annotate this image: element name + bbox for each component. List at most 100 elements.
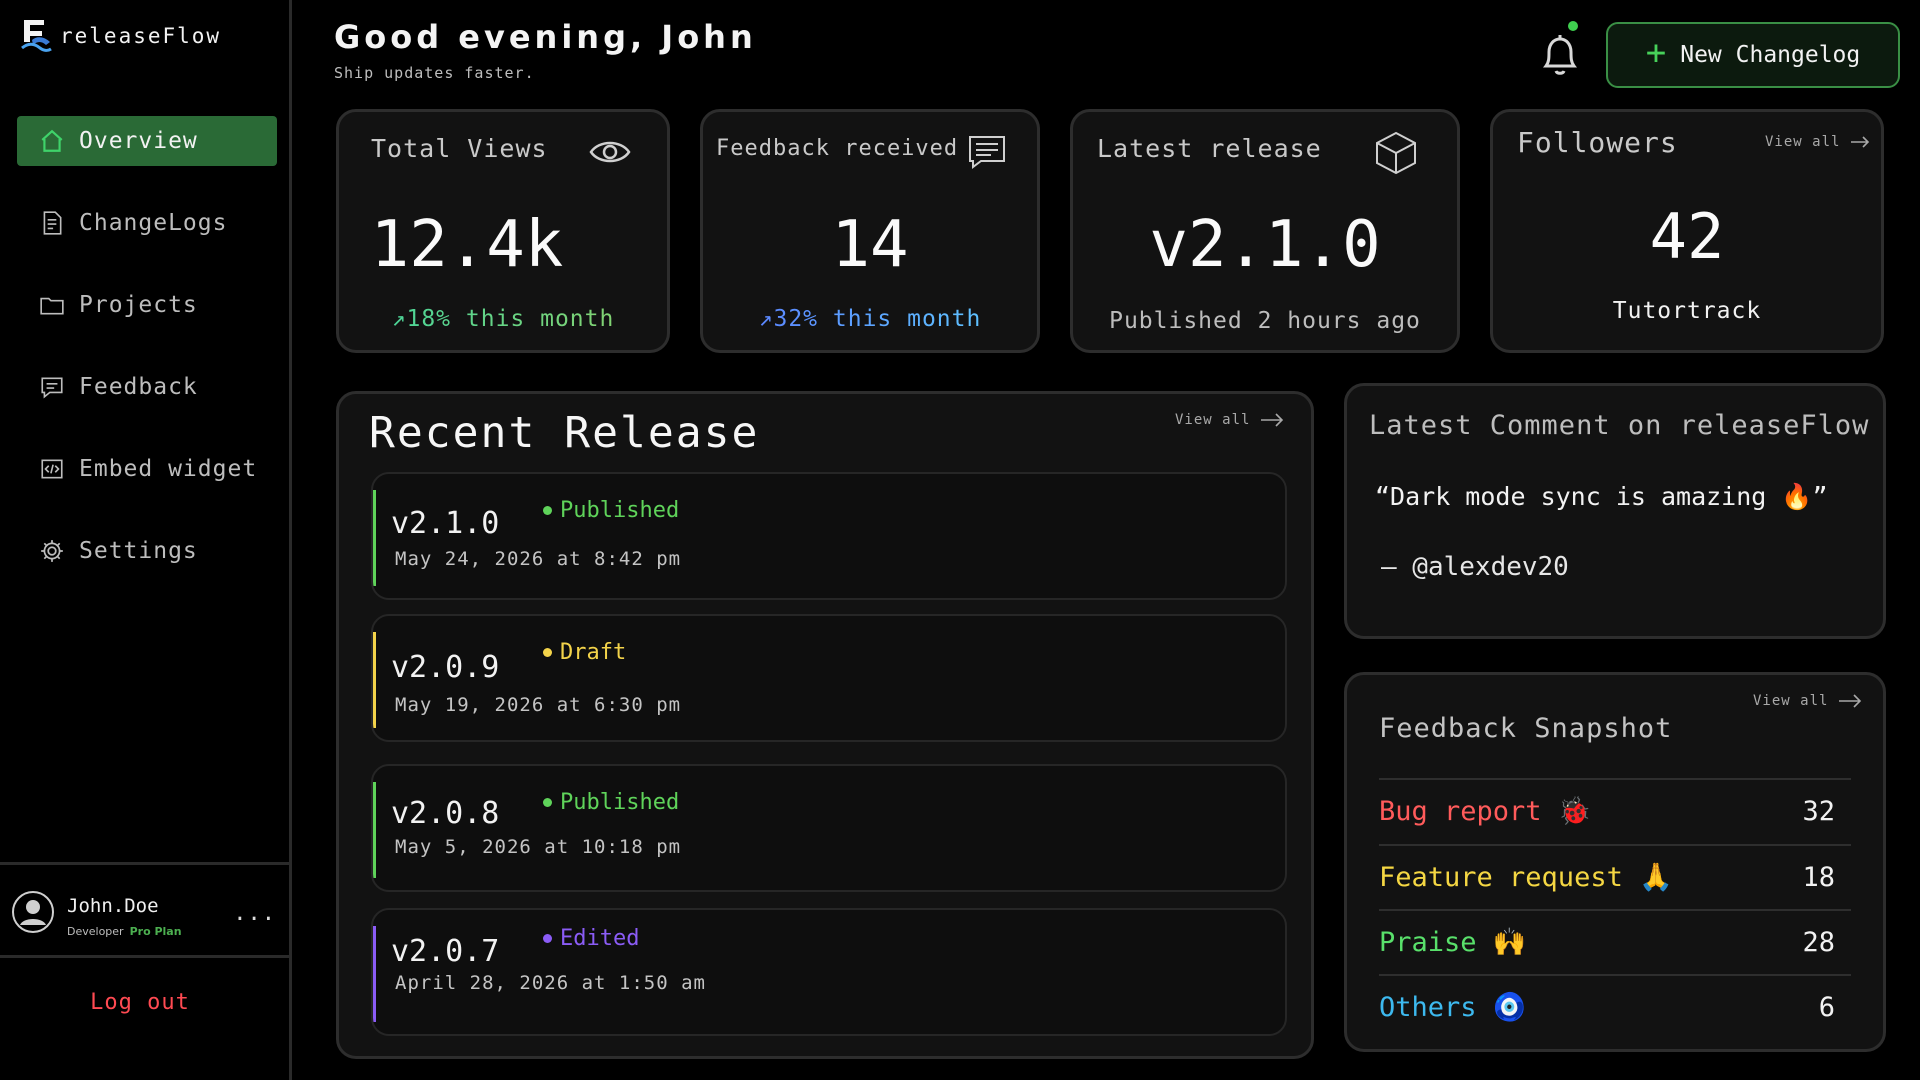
stat-change: ↗18% this month (339, 306, 667, 332)
page-title: Good evening, John (334, 18, 757, 56)
stat-change: ↗32% this month (703, 306, 1037, 332)
comment-author: – @alexdev20 (1381, 552, 1569, 582)
status-bar (373, 632, 376, 728)
arrow-right-icon (1851, 136, 1870, 148)
sidebar-item-feedback[interactable]: Feedback (17, 362, 277, 412)
feedback-row-feature[interactable]: Feature request 🙏 18 (1379, 844, 1851, 908)
user-role-text: Developer (67, 925, 124, 938)
status-text: Published (560, 498, 680, 523)
new-changelog-label: New Changelog (1680, 42, 1861, 68)
view-all-label: View all (1753, 693, 1829, 709)
stat-value: 14 (831, 208, 909, 282)
total-views-card: Total Views 12.4k ↗18% this month (336, 109, 670, 353)
status-dot (543, 648, 552, 657)
status-text: Edited (560, 926, 640, 951)
logout-button[interactable]: Log out (0, 990, 280, 1015)
sidebar-item-label: Feedback (79, 374, 198, 400)
release-version: v2.0.9 (391, 650, 500, 685)
view-all-label: View all (1765, 134, 1841, 150)
sidebar-item-changelogs[interactable]: ChangeLogs (17, 198, 277, 248)
view-all-label: View all (1175, 412, 1251, 428)
recent-view-all-link[interactable]: View all (1175, 412, 1284, 428)
releaseflow-logo-icon (21, 20, 52, 52)
release-version: v2.1.0 (391, 506, 500, 541)
section-title: Feedback Snapshot (1379, 713, 1673, 744)
bell-icon[interactable] (1536, 30, 1584, 80)
status-bar (373, 782, 376, 878)
eye-icon (589, 141, 631, 163)
message-icon (41, 377, 63, 399)
folder-icon (40, 297, 64, 315)
feedback-label: Praise 🙌 (1379, 927, 1527, 958)
document-icon (43, 211, 62, 235)
status-dot (543, 798, 552, 807)
release-version: v2.0.8 (391, 796, 500, 831)
recent-release-panel: Recent Release View all v2.1.0 Published… (336, 391, 1314, 1059)
gear-icon (41, 540, 63, 562)
status-badge: Published (543, 790, 679, 815)
feedback-row-praise[interactable]: Praise 🙌 28 (1379, 909, 1851, 973)
box-icon (1376, 131, 1416, 175)
page-subtitle: Ship updates faster. (334, 64, 535, 82)
arrow-right-icon (1839, 694, 1862, 708)
status-dot (543, 506, 552, 515)
snapshot-view-all-link[interactable]: View all (1753, 693, 1862, 709)
status-dot (543, 934, 552, 943)
sidebar-item-embed-widget[interactable]: Embed widget (17, 444, 277, 494)
stat-label: Followers (1517, 126, 1678, 159)
status-text: Draft (560, 640, 627, 665)
status-badge: Draft (543, 640, 626, 665)
latest-release-card: Latest release v2.1.0 Published 2 hours … (1070, 109, 1460, 353)
comment-text: “Dark mode sync is amazing 🔥” (1375, 482, 1828, 511)
stat-label: Latest release (1097, 134, 1322, 163)
status-bar (373, 926, 376, 1022)
feedback-row-bug[interactable]: Bug report 🐞 32 (1379, 778, 1851, 842)
sidebar-item-projects[interactable]: Projects (17, 280, 277, 330)
sidebar-item-label: Projects (79, 292, 198, 318)
feedback-snapshot-card: Feedback Snapshot View all Bug report 🐞 … (1344, 672, 1886, 1052)
release-item[interactable]: v2.0.8 Published May 5, 2026 at 10:18 pm (371, 764, 1287, 892)
latest-comment-card: Latest Comment on releaseFlow “Dark mode… (1344, 383, 1886, 639)
release-item[interactable]: v2.0.9 Draft May 19, 2026 at 6:30 pm (371, 614, 1287, 742)
section-title: Recent Release (369, 408, 760, 458)
avatar (12, 891, 54, 933)
more-options-button[interactable]: ... (233, 901, 276, 926)
release-item[interactable]: v2.0.7 Edited April 28, 2026 at 1:50 am (371, 908, 1287, 1036)
stat-value: v2.1.0 (1149, 208, 1381, 282)
feedback-count: 28 (1802, 926, 1835, 958)
feedback-received-card: Feedback received 14 ↗32% this month (700, 109, 1040, 353)
stat-sub: Tutortrack (1612, 298, 1762, 324)
sidebar-item-label: Embed widget (79, 456, 258, 482)
user-name: John.Doe (67, 895, 159, 917)
status-badge: Edited (543, 926, 639, 951)
sidebar-item-label: ChangeLogs (79, 210, 228, 236)
user-profile[interactable]: John.Doe Developer Pro Plan ... (0, 862, 292, 958)
feedback-count: 6 (1818, 991, 1835, 1023)
release-date: May 24, 2026 at 8:42 pm (395, 548, 682, 570)
feedback-label: Feature request 🙏 (1379, 862, 1673, 893)
feedback-count: 18 (1802, 861, 1835, 893)
release-version: v2.0.7 (391, 934, 500, 969)
brand[interactable]: releaseFlow (20, 18, 221, 54)
home-icon (41, 129, 63, 152)
sidebar-item-label: Settings (79, 538, 198, 564)
release-item[interactable]: v2.1.0 Published May 24, 2026 at 8:42 pm (371, 472, 1287, 600)
sidebar-item-overview[interactable]: Overview (17, 116, 277, 166)
followers-view-all-link[interactable]: View all (1765, 134, 1870, 150)
plus-icon: + (1645, 33, 1667, 73)
release-date: April 28, 2026 at 1:50 am (395, 972, 706, 994)
stat-sub: Published 2 hours ago (1109, 308, 1421, 334)
stat-value: 12.4k (370, 208, 564, 282)
new-changelog-button[interactable]: + New Changelog (1606, 22, 1900, 88)
feedback-label: Bug report 🐞 (1379, 796, 1592, 827)
status-bar (373, 490, 376, 586)
sidebar-nav: Overview ChangeLogs Projects Feedback Em… (17, 116, 277, 608)
message-icon (969, 136, 1005, 169)
feedback-label: Others 🧿 (1379, 992, 1527, 1023)
sidebar-item-settings[interactable]: Settings (17, 526, 277, 576)
release-date: May 5, 2026 at 10:18 pm (395, 836, 682, 858)
feedback-row-others[interactable]: Others 🧿 6 (1379, 974, 1851, 1038)
notification-dot (1568, 21, 1578, 31)
feedback-count: 32 (1802, 795, 1835, 827)
stat-label: Feedback received (716, 136, 959, 161)
